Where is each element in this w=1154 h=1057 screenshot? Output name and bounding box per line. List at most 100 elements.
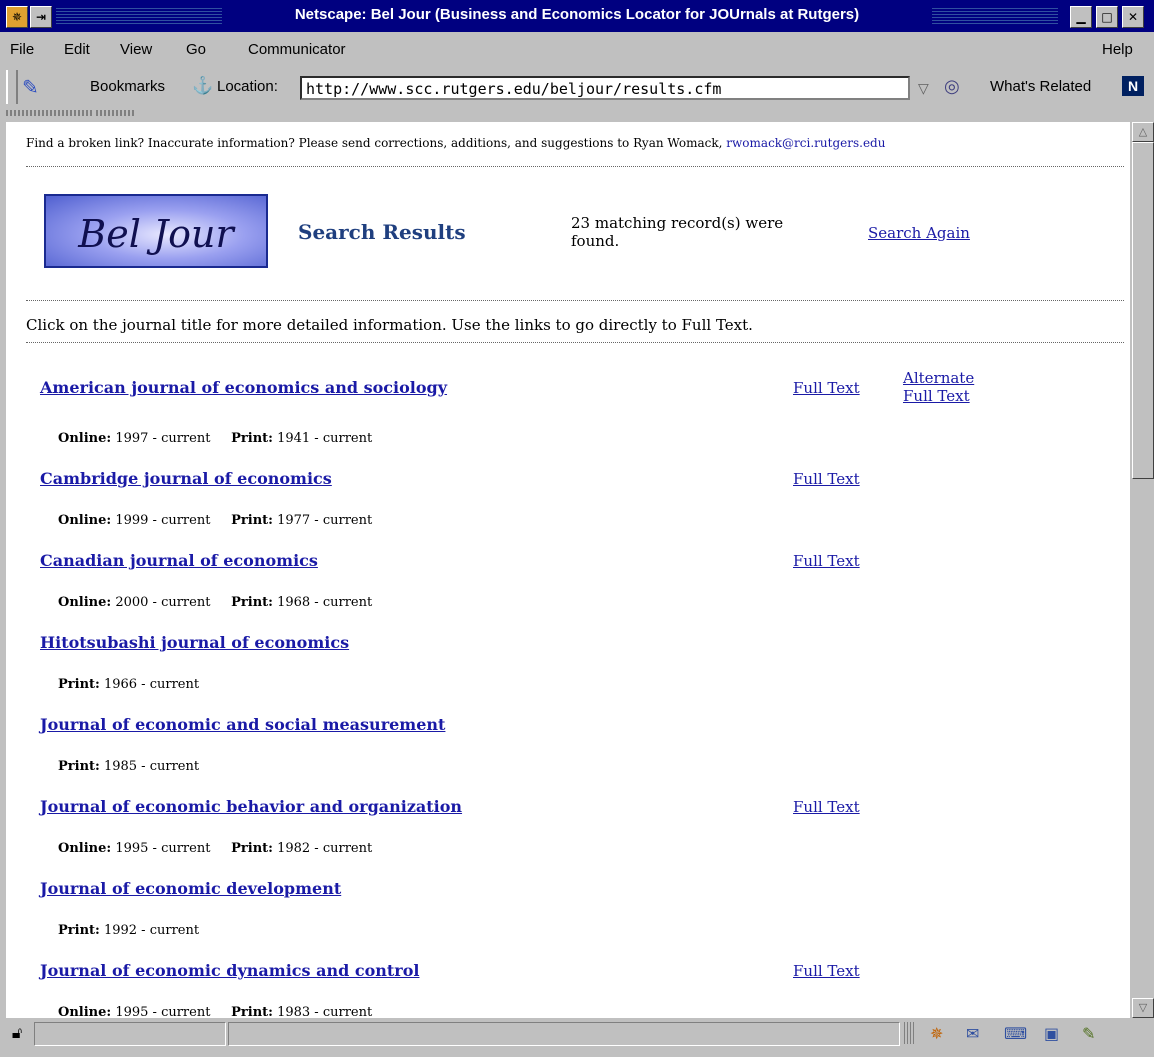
netscape-logo-icon[interactable]: N <box>1122 76 1144 96</box>
divider <box>26 166 1124 167</box>
journal-title-link[interactable]: Cambridge journal of economics <box>40 469 332 488</box>
holdings-line: Print: 1985 - current <box>58 759 199 774</box>
holdings-line: Online: 1997 - current Print: 1941 - cur… <box>58 431 372 446</box>
url-dropdown-icon[interactable]: ▽ <box>918 80 929 97</box>
print-label: Print: <box>231 841 273 856</box>
result-row: Hitotsubashi journal of economics <box>40 633 349 652</box>
security-lock-icon[interactable]: 🔓︎ <box>6 1022 28 1044</box>
full-text-link[interactable]: Full Text <box>793 962 860 980</box>
full-text-link[interactable]: Full Text <box>793 552 860 570</box>
search-again-link[interactable]: Search Again <box>868 224 970 242</box>
discussion-icon[interactable]: ⌨ <box>1004 1024 1027 1043</box>
print-label: Print: <box>231 513 273 528</box>
navigator-icon[interactable]: ✵ <box>930 1024 943 1043</box>
result-row: Canadian journal of economics <box>40 551 318 570</box>
online-label: Online: <box>58 841 112 856</box>
component-bar-grip[interactable] <box>904 1022 914 1044</box>
holdings-line: Print: 1992 - current <box>58 923 199 938</box>
scroll-down-icon[interactable]: ▽ <box>1132 998 1154 1018</box>
result-row: Journal of economic and social measureme… <box>40 715 445 734</box>
bookmarks-button[interactable]: Bookmarks <box>90 78 165 95</box>
whats-related-icon[interactable]: ◎ <box>944 76 960 97</box>
journal-title-link[interactable]: Journal of economic development <box>40 879 341 898</box>
alternate-label-1: Alternate <box>903 369 975 387</box>
journal-title-link[interactable]: Journal of economic dynamics and control <box>40 961 419 980</box>
menu-help[interactable]: Help <box>1102 41 1133 58</box>
window-title: Netscape: Bel Jour (Business and Economi… <box>294 6 860 23</box>
status-progress <box>34 1022 226 1046</box>
alternate-full-text-link[interactable]: Alternate Full Text <box>903 369 974 405</box>
online-years: 1997 - current <box>115 431 211 446</box>
vertical-scrollbar[interactable]: △ ▽ <box>1130 122 1154 1018</box>
online-years: 1999 - current <box>115 513 211 528</box>
toolbar-grip[interactable] <box>6 70 18 104</box>
holdings-line: Print: 1966 - current <box>58 677 199 692</box>
print-label: Print: <box>58 677 100 692</box>
journal-title-link[interactable]: Hitotsubashi journal of economics <box>40 633 349 652</box>
full-text-link[interactable]: Full Text <box>793 379 860 397</box>
print-years: 1968 - current <box>277 595 373 610</box>
mail-icon[interactable]: ✉ <box>966 1024 979 1043</box>
menu-file[interactable]: File <box>10 41 34 58</box>
online-label: Online: <box>58 431 112 446</box>
menu-view[interactable]: View <box>120 41 152 58</box>
holdings-line: Online: 1999 - current Print: 1977 - cur… <box>58 513 372 528</box>
print-label: Print: <box>231 431 273 446</box>
journal-title-link[interactable]: American journal of economics and sociol… <box>40 378 447 397</box>
holdings-line: Online: 2000 - current Print: 1968 - cur… <box>58 595 372 610</box>
status-message <box>228 1022 900 1046</box>
composer-icon[interactable]: ▣ <box>1044 1024 1059 1043</box>
result-count: 23 matching record(s) were found. <box>571 214 784 250</box>
window-titlebar: ✵ ⇥ Netscape: Bel Jour (Business and Eco… <box>0 0 1154 32</box>
alternate-label-2: Full Text <box>903 387 970 405</box>
menu-go[interactable]: Go <box>186 41 206 58</box>
notice-text: Find a broken link? Inaccurate informati… <box>26 136 723 150</box>
print-label: Print: <box>58 759 100 774</box>
notice-email-link[interactable]: rwomack@rci.rutgers.edu <box>726 136 885 150</box>
location-icon[interactable]: ⚓ <box>192 76 213 96</box>
scroll-up-icon[interactable]: △ <box>1132 122 1154 142</box>
location-toolbar: ✎ Bookmarks ⚓ Location: http://www.scc.r… <box>0 66 1154 108</box>
divider <box>26 300 1124 301</box>
online-years: 2000 - current <box>115 595 211 610</box>
minimize-icon[interactable]: ▁ <box>1070 6 1092 28</box>
journal-title-link[interactable]: Journal of economic and social measureme… <box>40 715 445 734</box>
menu-bar: File Edit View Go Communicator Help <box>0 32 1154 66</box>
close-icon[interactable]: ✕ <box>1122 6 1144 28</box>
maximize-icon[interactable]: □ <box>1096 6 1118 28</box>
notice-line: Find a broken link? Inaccurate informati… <box>26 136 885 150</box>
result-row: Journal of economic development <box>40 879 341 898</box>
beljour-logo: Bel Jour <box>44 194 268 268</box>
result-row: Journal of economic behavior and organiz… <box>40 797 462 816</box>
print-label: Print: <box>231 1005 273 1018</box>
location-url-input[interactable]: http://www.scc.rutgers.edu/beljour/resul… <box>300 76 910 100</box>
toolbar-collapse-grip[interactable] <box>0 108 1154 122</box>
online-label: Online: <box>58 513 112 528</box>
divider <box>26 342 1124 343</box>
holdings-line: Online: 1995 - current Print: 1983 - cur… <box>58 1005 372 1018</box>
bookmarks-icon[interactable]: ✎ <box>22 75 39 100</box>
online-label: Online: <box>58 1005 112 1018</box>
page-content: Find a broken link? Inaccurate informati… <box>6 122 1130 1018</box>
whats-related-button[interactable]: What's Related <box>990 78 1091 95</box>
full-text-link[interactable]: Full Text <box>793 470 860 488</box>
edit-icon[interactable]: ✎ <box>1082 1024 1095 1043</box>
menu-communicator[interactable]: Communicator <box>248 41 346 58</box>
print-years: 1966 - current <box>103 677 200 692</box>
print-label: Print: <box>58 923 100 938</box>
online-years: 1995 - current <box>115 841 211 856</box>
print-years: 1983 - current <box>277 1005 373 1018</box>
print-label: Print: <box>231 595 273 610</box>
journal-title-link[interactable]: Canadian journal of economics <box>40 551 318 570</box>
online-label: Online: <box>58 595 112 610</box>
print-years: 1977 - current <box>277 513 373 528</box>
journal-title-link[interactable]: Journal of economic behavior and organiz… <box>40 797 462 816</box>
print-years: 1982 - current <box>277 841 373 856</box>
menu-edit[interactable]: Edit <box>64 41 90 58</box>
status-bar: 🔓︎ ✵ ✉ ⌨ ▣ ✎ <box>0 1018 1154 1057</box>
scroll-thumb[interactable] <box>1132 142 1154 479</box>
print-years: 1985 - current <box>103 759 200 774</box>
full-text-link[interactable]: Full Text <box>793 798 860 816</box>
result-row: Journal of economic dynamics and control <box>40 961 419 980</box>
instructions: Click on the journal title for more deta… <box>26 316 753 334</box>
